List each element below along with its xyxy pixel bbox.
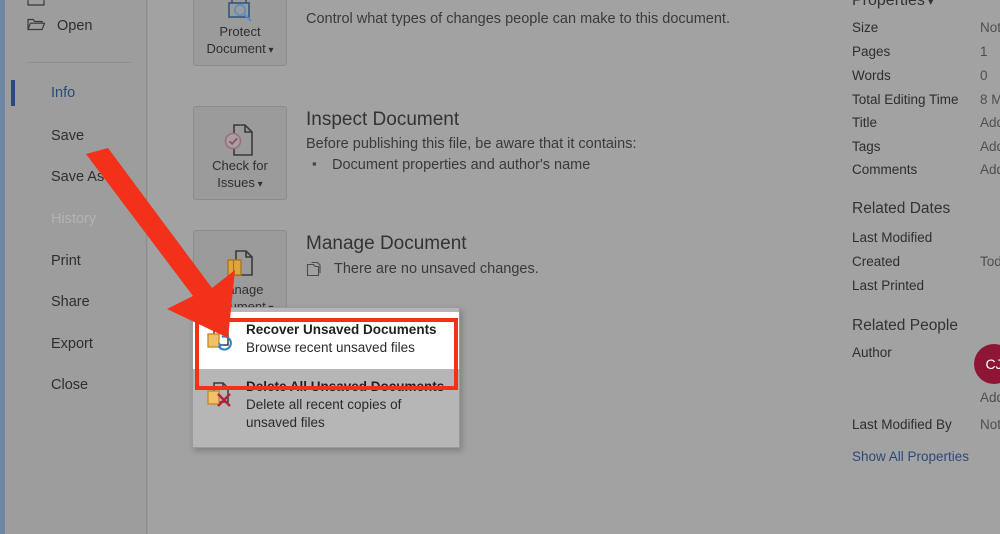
property-key-last-modified-by: Last Modified By [852, 417, 952, 432]
property-key-words: Words [852, 68, 891, 83]
menu-item-title: Recover Unsaved Documents [246, 322, 437, 337]
word-backstage-info-screen: Open Info Save Save As History Print Sha… [0, 0, 1000, 534]
sidebar-item-label: Save [51, 128, 85, 144]
inspect-document-heading: Inspect Document [306, 109, 460, 130]
property-key-comments: Comments [852, 162, 918, 177]
red-arrow-annotation [60, 148, 235, 343]
properties-pane: Properties ▾ Size Not s Pages 1 Words 0 … [852, 0, 1000, 534]
protect-document-button[interactable]: Protect Document ▾ [193, 0, 287, 66]
sidebar-divider [27, 62, 131, 63]
property-key-tags: Tags [852, 139, 881, 154]
related-people-heading: Related People [852, 317, 958, 334]
related-dates-heading: Related Dates [852, 200, 951, 217]
property-key-pages: Pages [852, 44, 891, 59]
show-all-properties-link[interactable]: Show All Properties [852, 449, 969, 464]
property-value-size[interactable]: Not s [980, 20, 1000, 35]
protect-document-heading: Protect Document [306, 0, 458, 6]
property-value-created: Today [980, 254, 1000, 269]
sidebar-item-close[interactable]: Close [5, 367, 147, 403]
folder-open-icon [27, 17, 46, 35]
property-key-total-editing-time: Total Editing Time [852, 92, 959, 107]
lock-magnifier-icon [194, 0, 286, 27]
chevron-down-icon[interactable]: ▾ [925, 0, 934, 8]
sidebar-item-info[interactable]: Info [5, 75, 147, 111]
inspect-document-description: Before publishing this file, be aware th… [306, 136, 637, 152]
property-value-title[interactable]: Add a [980, 115, 1000, 130]
tile-label-line2: Document ▾ [206, 41, 274, 56]
properties-title: Properties ▾ [852, 0, 934, 10]
property-key-last-modified: Last Modified [852, 230, 933, 245]
manage-document-heading: Manage Document [306, 233, 467, 254]
inspect-document-bullet: Document properties and author's name [306, 156, 590, 173]
property-value-pages: 1 [980, 44, 988, 59]
sidebar-item-open[interactable]: Open [5, 8, 147, 44]
menu-item-description: Delete all recent copies of unsaved file… [246, 397, 402, 430]
chevron-down-icon: ▾ [265, 45, 274, 56]
property-key-created: Created [852, 254, 901, 269]
sidebar-item-label: Close [51, 377, 89, 393]
sidebar-item-label: Info [51, 85, 76, 101]
property-key-last-printed: Last Printed [852, 278, 925, 293]
avatar[interactable]: CJ [974, 344, 1000, 384]
property-value-words: 0 [980, 68, 988, 83]
property-value-tags[interactable]: Add a [980, 139, 1000, 154]
new-document-folder-icon [27, 0, 45, 6]
property-key-size: Size [852, 20, 879, 35]
property-value-comments[interactable]: Add c [980, 162, 1000, 177]
property-key-title: Title [852, 115, 878, 130]
avatar-initials: CJ [985, 356, 1000, 372]
add-author-link[interactable]: Add [980, 390, 1000, 405]
property-key-author: Author [852, 345, 892, 360]
unsaved-copies-icon [306, 261, 323, 282]
menu-item-delete-all-unsaved-documents[interactable]: Delete All Unsaved Documents Delete all … [193, 369, 459, 441]
chevron-down-icon: ▾ [254, 179, 263, 190]
protect-document-description: Control what types of changes people can… [306, 11, 730, 27]
menu-item-title: Delete All Unsaved Documents [246, 379, 445, 394]
document-delete-icon [205, 378, 235, 432]
property-value-last-modified-by: Not s [980, 417, 1000, 432]
manage-document-status: There are no unsaved changes. [306, 261, 539, 277]
property-value-total-editing-time: 8 Min [980, 92, 1000, 107]
menu-item-description: Browse recent unsaved files [246, 340, 415, 355]
sidebar-item-label: Open [57, 18, 93, 34]
